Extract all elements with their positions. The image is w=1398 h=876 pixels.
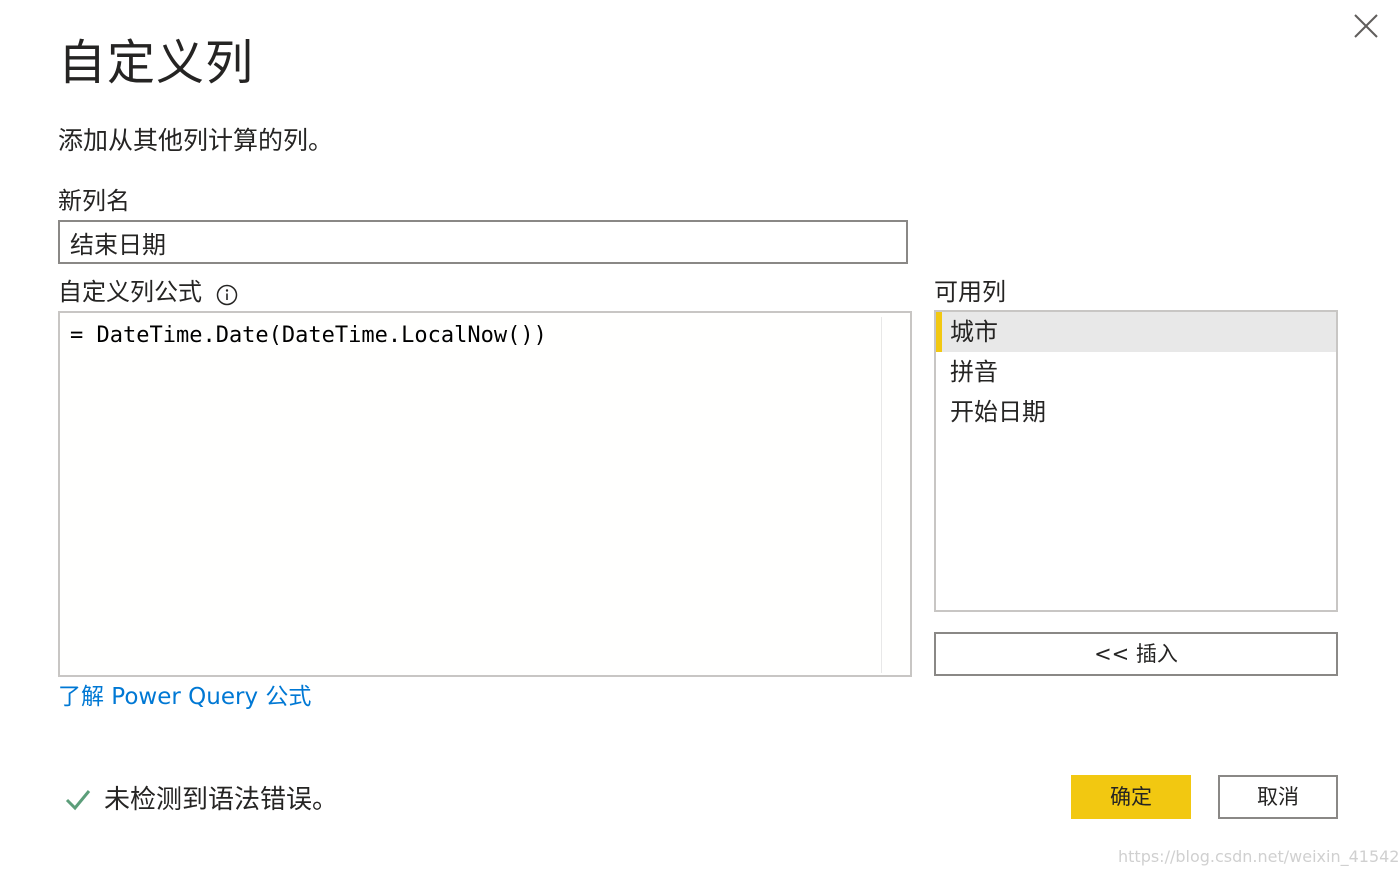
dialog-title: 自定义列 [58, 35, 255, 91]
column-item-city[interactable]: 城市 [936, 312, 1336, 352]
dialog-subtitle: 添加从其他列计算的列。 [58, 126, 334, 155]
formula-label-row: 自定义列公式 [58, 277, 238, 307]
learn-power-query-link[interactable]: 了解 Power Query 公式 [58, 680, 311, 714]
formula-text[interactable]: = DateTime.Date(DateTime.LocalNow()) [70, 321, 547, 351]
formula-scrollbar[interactable] [881, 317, 910, 673]
syntax-status-text: 未检测到语法错误。 [104, 785, 339, 815]
formula-editor[interactable]: = DateTime.Date(DateTime.LocalNow()) [58, 311, 912, 677]
formula-label: 自定义列公式 [58, 278, 202, 306]
available-columns-label: 可用列 [934, 278, 1006, 306]
column-item-start-date[interactable]: 开始日期 [936, 392, 1336, 432]
new-column-name-label: 新列名 [58, 187, 130, 215]
cancel-button[interactable]: 取消 [1218, 775, 1338, 819]
insert-button[interactable]: << 插入 [934, 632, 1338, 676]
info-icon[interactable] [216, 283, 238, 306]
ok-button[interactable]: 确定 [1071, 775, 1191, 819]
column-item-pinyin[interactable]: 拼音 [936, 352, 1336, 392]
available-columns-list: 城市 拼音 开始日期 [934, 310, 1338, 612]
custom-column-dialog: 自定义列 添加从其他列计算的列。 新列名 自定义列公式 = DateTime.D… [0, 0, 1398, 876]
check-icon [65, 790, 91, 811]
new-column-name-input[interactable] [58, 220, 908, 264]
close-icon[interactable] [1350, 10, 1382, 42]
syntax-status: 未检测到语法错误。 [64, 782, 338, 818]
watermark: https://blog.csdn.net/weixin_41542593 [1118, 847, 1398, 866]
